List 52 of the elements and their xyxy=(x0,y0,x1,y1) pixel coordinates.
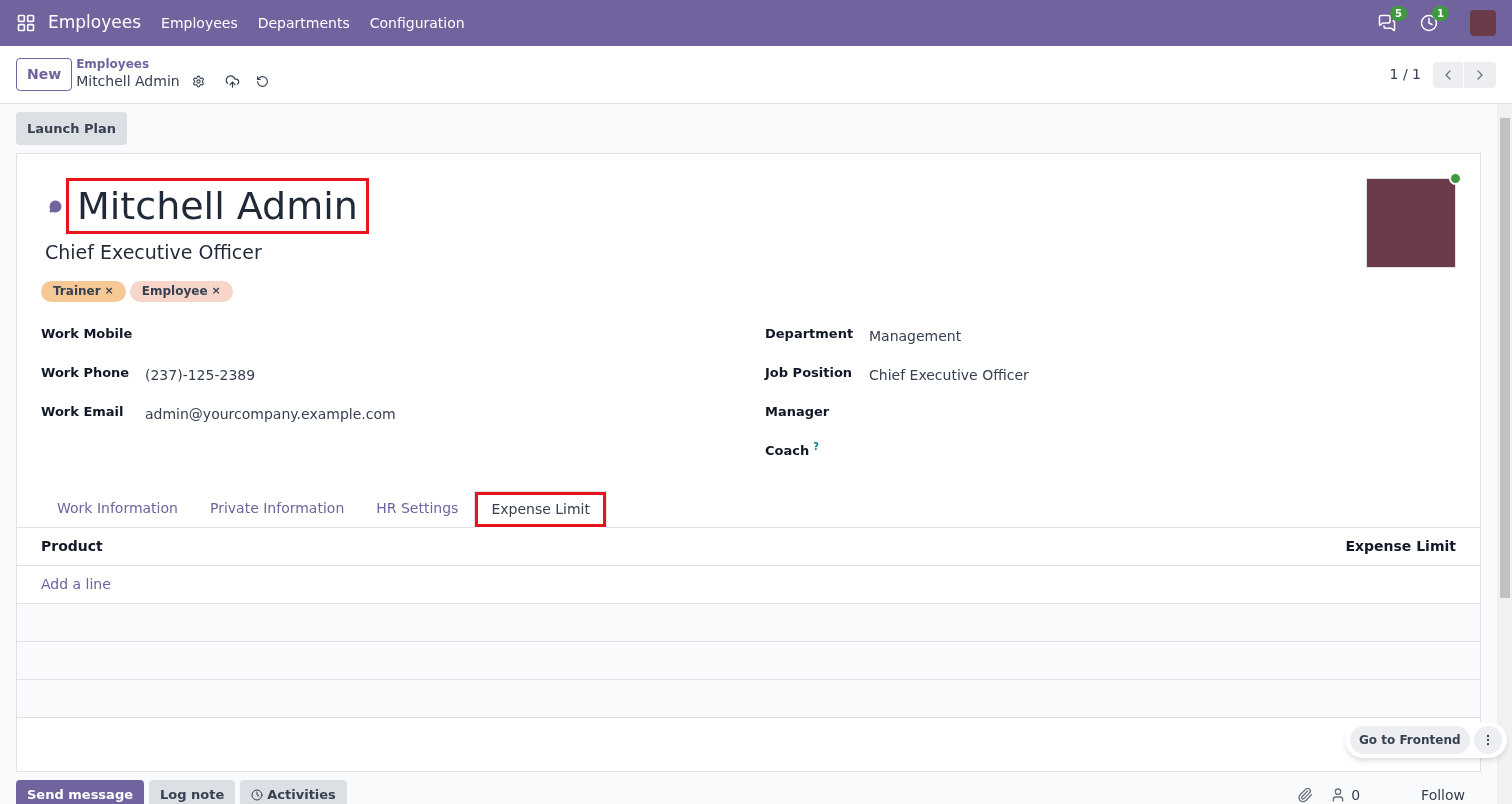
discard-icon[interactable] xyxy=(255,75,269,88)
breadcrumb-link[interactable]: Employees xyxy=(76,57,269,71)
field-label: Coach $^{?}$ xyxy=(765,440,820,460)
chatter-button[interactable]: Send message xyxy=(16,780,144,804)
menu-item[interactable]: Departments xyxy=(257,12,350,34)
clock-icon xyxy=(251,789,264,801)
record-name: Mitchell Admin xyxy=(76,72,180,91)
form-tab[interactable]: Work Information xyxy=(41,489,194,527)
field-label: Work Phone xyxy=(41,363,131,382)
save-icon[interactable] xyxy=(224,74,240,89)
followers-count[interactable]: 0 xyxy=(1351,784,1361,804)
field-label: Department xyxy=(765,324,855,343)
chatter-button[interactable]: Log note xyxy=(149,780,236,804)
remove-tag[interactable]: × xyxy=(211,282,221,300)
menu-item[interactable]: Employees xyxy=(161,12,238,34)
scrollbar[interactable] xyxy=(1497,104,1512,804)
menu-item[interactable]: Configuration xyxy=(369,12,465,34)
field-value[interactable]: Management xyxy=(869,325,962,347)
add-line-link[interactable]: Add a line xyxy=(41,573,111,595)
tag-badge: Trainer × xyxy=(41,280,126,302)
go-to-frontend-button[interactable]: Go to Frontend xyxy=(1350,726,1470,754)
field-value[interactable]: admin@yourcompany.example.com xyxy=(145,403,396,425)
settings-icon[interactable] xyxy=(191,75,205,88)
form-tab[interactable]: Expense Limit xyxy=(474,490,607,528)
field-value[interactable]: (237)-125-2389 xyxy=(145,364,256,386)
new-button[interactable]: New xyxy=(16,58,73,91)
follow-button[interactable]: Follow xyxy=(1421,784,1465,804)
activity-icon[interactable] xyxy=(1420,14,1438,32)
app-name[interactable]: Employees xyxy=(48,10,142,36)
employee-name[interactable]: Mitchell Admin xyxy=(66,178,369,234)
remove-tag[interactable]: × xyxy=(104,282,114,300)
chat-icon[interactable] xyxy=(49,199,62,213)
form-tab[interactable]: Private Information xyxy=(193,489,361,527)
pager-value[interactable]: 1 / 1 xyxy=(1389,64,1421,85)
field-label: Job Position xyxy=(765,363,854,382)
count-badge: 5 xyxy=(1390,6,1407,21)
chatter-button[interactable]: Activities xyxy=(240,780,347,804)
field-label: Manager xyxy=(765,402,831,421)
form-tab[interactable]: HR Settings xyxy=(360,489,475,527)
launch-plan-button[interactable]: Launch Plan xyxy=(16,112,128,145)
count-badge: 1 xyxy=(1432,6,1449,21)
tag-badge: Employee × xyxy=(129,280,233,302)
job-title[interactable]: Chief Executive Officer xyxy=(45,238,1366,267)
help-mark[interactable]: ? xyxy=(813,440,819,452)
field-label: Work Email xyxy=(41,402,125,421)
column-header[interactable]: Expense Limit xyxy=(1345,535,1456,557)
attachment-icon[interactable] xyxy=(1297,787,1314,803)
app-grid-icon[interactable] xyxy=(16,13,36,33)
messages-icon[interactable] xyxy=(1378,14,1396,32)
column-header[interactable]: Product xyxy=(41,535,1346,557)
field-label: Work Mobile xyxy=(41,324,134,343)
field-value[interactable]: Chief Executive Officer xyxy=(869,364,1029,386)
